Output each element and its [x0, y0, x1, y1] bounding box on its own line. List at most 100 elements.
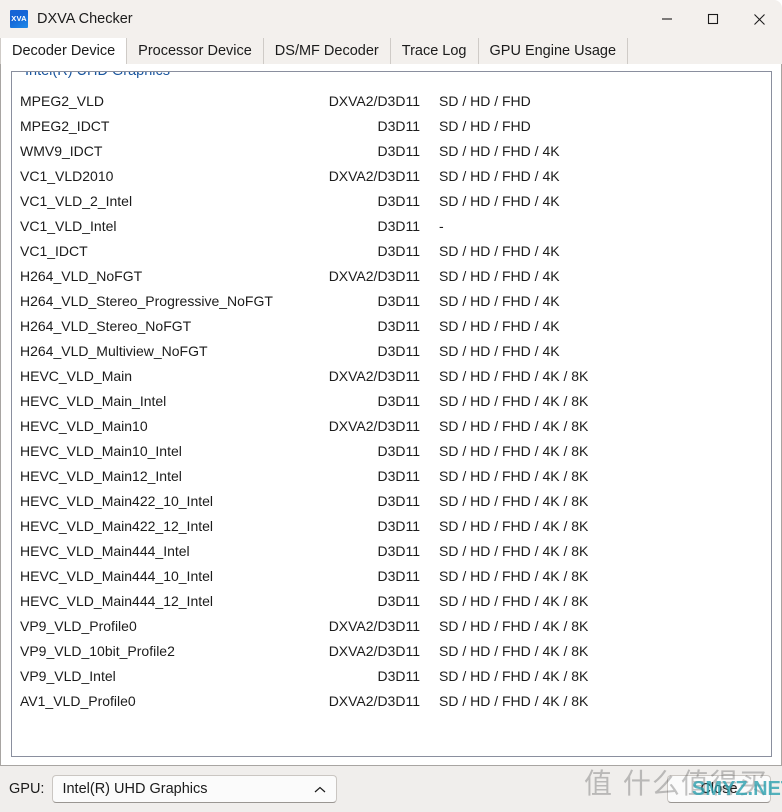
tab-label: Processor Device [138, 43, 252, 59]
decoder-api: D3D11 [377, 343, 420, 359]
table-row[interactable]: HEVC_VLD_Main422_12_Intel D3D11 SD / HD / … [12, 514, 771, 539]
tab-label: Decoder Device [12, 43, 116, 59]
gpu-select[interactable]: Intel(R) UHD Graphics [52, 775, 338, 804]
table-row[interactable]: HEVC_VLD_Main10 DXVA2/D3D11 SD / HD / FHD … [12, 414, 771, 439]
maximize-button[interactable] [690, 0, 736, 38]
decoder-resolutions: SD / HD / FHD / 4K [439, 343, 560, 359]
decoder-resolutions: SD / HD / FHD / 4K / 8K [439, 618, 589, 634]
decoder-name: HEVC_VLD_Main [20, 368, 133, 384]
table-row[interactable]: VP9_VLD_Intel D3D11 SD / HD / FHD / 4K / 8… [12, 664, 771, 689]
decoder-resolutions: SD / HD / FHD / 4K / 8K [439, 443, 589, 459]
decoder-resolutions: SD / HD / FHD / 4K / 8K [439, 468, 589, 484]
table-row[interactable]: VC1_VLD2010 DXVA2/D3D11 SD / HD / FHD / 4K [12, 164, 771, 189]
decoder-api: D3D11 [377, 593, 420, 609]
decoder-api: D3D11 [377, 318, 420, 334]
table-row[interactable]: H264_VLD_Multiview_NoFGT D3D11 SD / HD / F… [12, 339, 771, 364]
table-row[interactable]: WMV9_IDCT D3D11 SD / HD / FHD / 4K [12, 139, 771, 164]
tab-ds-mf-decoder[interactable]: DS/MF Decoder [263, 38, 391, 64]
decoder-api: D3D11 [377, 393, 420, 409]
table-row[interactable]: VC1_VLD_2_Intel D3D11 SD / HD / FHD / 4K [12, 189, 771, 214]
decoder-resolutions: SD / HD / FHD / 4K / 8K [439, 668, 589, 684]
decoder-resolutions: SD / HD / FHD / 4K / 8K [439, 493, 589, 509]
tab-trace-log[interactable]: Trace Log [390, 38, 479, 64]
decoder-name: H264_VLD_NoFGT [20, 268, 143, 284]
table-row[interactable]: H264_VLD_Stereo_NoFGT D3D11 SD / HD / FHD … [12, 314, 771, 339]
decoder-name: WMV9_IDCT [20, 143, 103, 159]
table-row[interactable]: HEVC_VLD_Main DXVA2/D3D11 SD / HD / FHD / … [12, 364, 771, 389]
tab-label: Trace Log [401, 43, 467, 59]
decoder-api: D3D11 [377, 293, 420, 309]
decoder-resolutions: SD / HD / FHD / 4K [439, 168, 560, 184]
table-row[interactable]: HEVC_VLD_Main444_12_Intel D3D11 SD / HD / … [12, 589, 771, 614]
decoder-name: MPEG2_VLD [20, 93, 105, 109]
decoder-api: DXVA2/D3D11 [328, 368, 420, 384]
decoder-resolutions: SD / HD / FHD / 4K / 8K [439, 643, 589, 659]
tab-decoder-device[interactable]: Decoder Device [0, 38, 128, 64]
decoder-resolutions: SD / HD / FHD / 4K / 8K [439, 418, 589, 434]
decoder-api: D3D11 [377, 143, 420, 159]
table-row[interactable]: MPEG2_IDCT D3D11 SD / HD / FHD [12, 114, 771, 139]
decoder-name: VC1_VLD_2_Intel [20, 193, 133, 209]
decoder-resolutions: SD / HD / FHD / 4K [439, 143, 560, 159]
bottom-bar: GPU: Intel(R) UHD Graphics Close 值 什么值得买… [0, 766, 782, 812]
decoder-api: D3D11 [377, 518, 420, 534]
table-row[interactable]: VP9_VLD_10bit_Profile2 DXVA2/D3D11 SD / HD… [12, 639, 771, 664]
decoder-api: D3D11 [377, 243, 420, 259]
minimize-button[interactable] [644, 0, 690, 38]
decoder-list[interactable]: MPEG2_VLD DXVA2/D3D11 SD / HD / FHD MPEG2_I… [12, 89, 771, 756]
decoder-api: D3D11 [377, 118, 420, 134]
table-row[interactable]: HEVC_VLD_Main10_Intel D3D11 SD / HD / FHD … [12, 439, 771, 464]
decoder-api: D3D11 [377, 218, 420, 234]
decoder-resolutions: SD / HD / FHD / 4K / 8K [439, 368, 589, 384]
decoder-api: DXVA2/D3D11 [328, 618, 420, 634]
decoder-resolutions: SD / HD / FHD / 4K [439, 293, 560, 309]
app-icon: XVA [10, 10, 28, 28]
decoder-api: DXVA2/D3D11 [328, 168, 420, 184]
app-icon-label: XVA [11, 14, 27, 24]
window-controls [644, 0, 782, 38]
chevron-up-icon [314, 776, 326, 804]
decoder-name: VP9_VLD_10bit_Profile2 [20, 643, 175, 659]
table-row[interactable]: HEVC_VLD_Main_Intel D3D11 SD / HD / FHD / … [12, 389, 771, 414]
close-button[interactable]: Close [667, 775, 771, 803]
decoder-name: H264_VLD_Stereo_NoFGT [20, 318, 192, 334]
tab-processor-device[interactable]: Processor Device [127, 38, 264, 64]
minimize-icon [662, 18, 672, 20]
decoder-api: D3D11 [377, 493, 420, 509]
decoder-resolutions: SD / HD / FHD / 4K / 8K [439, 593, 589, 609]
decoder-api: DXVA2/D3D11 [328, 693, 420, 709]
gpu-select-value: Intel(R) UHD Graphics [62, 781, 208, 797]
decoder-resolutions: SD / HD / FHD / 4K / 8K [439, 393, 589, 409]
decoder-api: DXVA2/D3D11 [328, 418, 420, 434]
decoder-resolutions: SD / HD / FHD / 4K [439, 193, 560, 209]
table-row[interactable]: VC1_VLD_Intel D3D11 - [12, 214, 771, 239]
table-row[interactable]: VP9_VLD_Profile0 DXVA2/D3D11 SD / HD / FHD… [12, 614, 771, 639]
table-row[interactable]: HEVC_VLD_Main422_10_Intel D3D11 SD / HD / … [12, 489, 771, 514]
decoder-name: VC1_VLD_Intel [20, 218, 117, 234]
table-row[interactable]: MPEG2_VLD DXVA2/D3D11 SD / HD / FHD [12, 89, 771, 114]
maximize-icon [707, 13, 719, 25]
tab-content-decoder-device: Intel(R) UHD Graphics MPEG2_VLD DXVA2/D3D… [0, 64, 782, 766]
decoder-name: AV1_VLD_Profile0 [20, 693, 136, 709]
table-row[interactable]: H264_VLD_Stereo_Progressive_NoFGT D3D11 SD… [12, 289, 771, 314]
tab-strip: Decoder Device Processor Device DS/MF De… [0, 38, 782, 64]
table-row[interactable]: HEVC_VLD_Main444_Intel D3D11 SD / HD / FHD… [12, 539, 771, 564]
decoder-resolutions: SD / HD / FHD / 4K / 8K [439, 568, 589, 584]
table-row[interactable]: H264_VLD_NoFGT DXVA2/D3D11 SD / HD / FHD /… [12, 264, 771, 289]
decoder-api: DXVA2/D3D11 [328, 643, 420, 659]
close-window-button[interactable] [736, 0, 782, 38]
decoder-api: D3D11 [377, 668, 420, 684]
decoder-resolutions: SD / HD / FHD / 4K / 8K [439, 543, 589, 559]
decoder-api: D3D11 [377, 193, 420, 209]
decoder-resolutions: SD / HD / FHD [439, 93, 531, 109]
table-row[interactable]: HEVC_VLD_Main12_Intel D3D11 SD / HD / FHD … [12, 464, 771, 489]
decoder-api: D3D11 [377, 468, 420, 484]
table-row[interactable]: VC1_IDCT D3D11 SD / HD / FHD / 4K [12, 239, 771, 264]
decoder-resolutions: SD / HD / FHD [439, 118, 531, 134]
table-row[interactable]: HEVC_VLD_Main444_10_Intel D3D11 SD / HD / … [12, 564, 771, 589]
decoder-api: D3D11 [377, 443, 420, 459]
tab-gpu-engine-usage[interactable]: GPU Engine Usage [478, 38, 629, 64]
decoder-name: VC1_IDCT [20, 243, 88, 259]
table-row[interactable]: AV1_VLD_Profile0 DXVA2/D3D11 SD / HD / FHD… [12, 689, 771, 714]
decoder-api: D3D11 [377, 543, 420, 559]
